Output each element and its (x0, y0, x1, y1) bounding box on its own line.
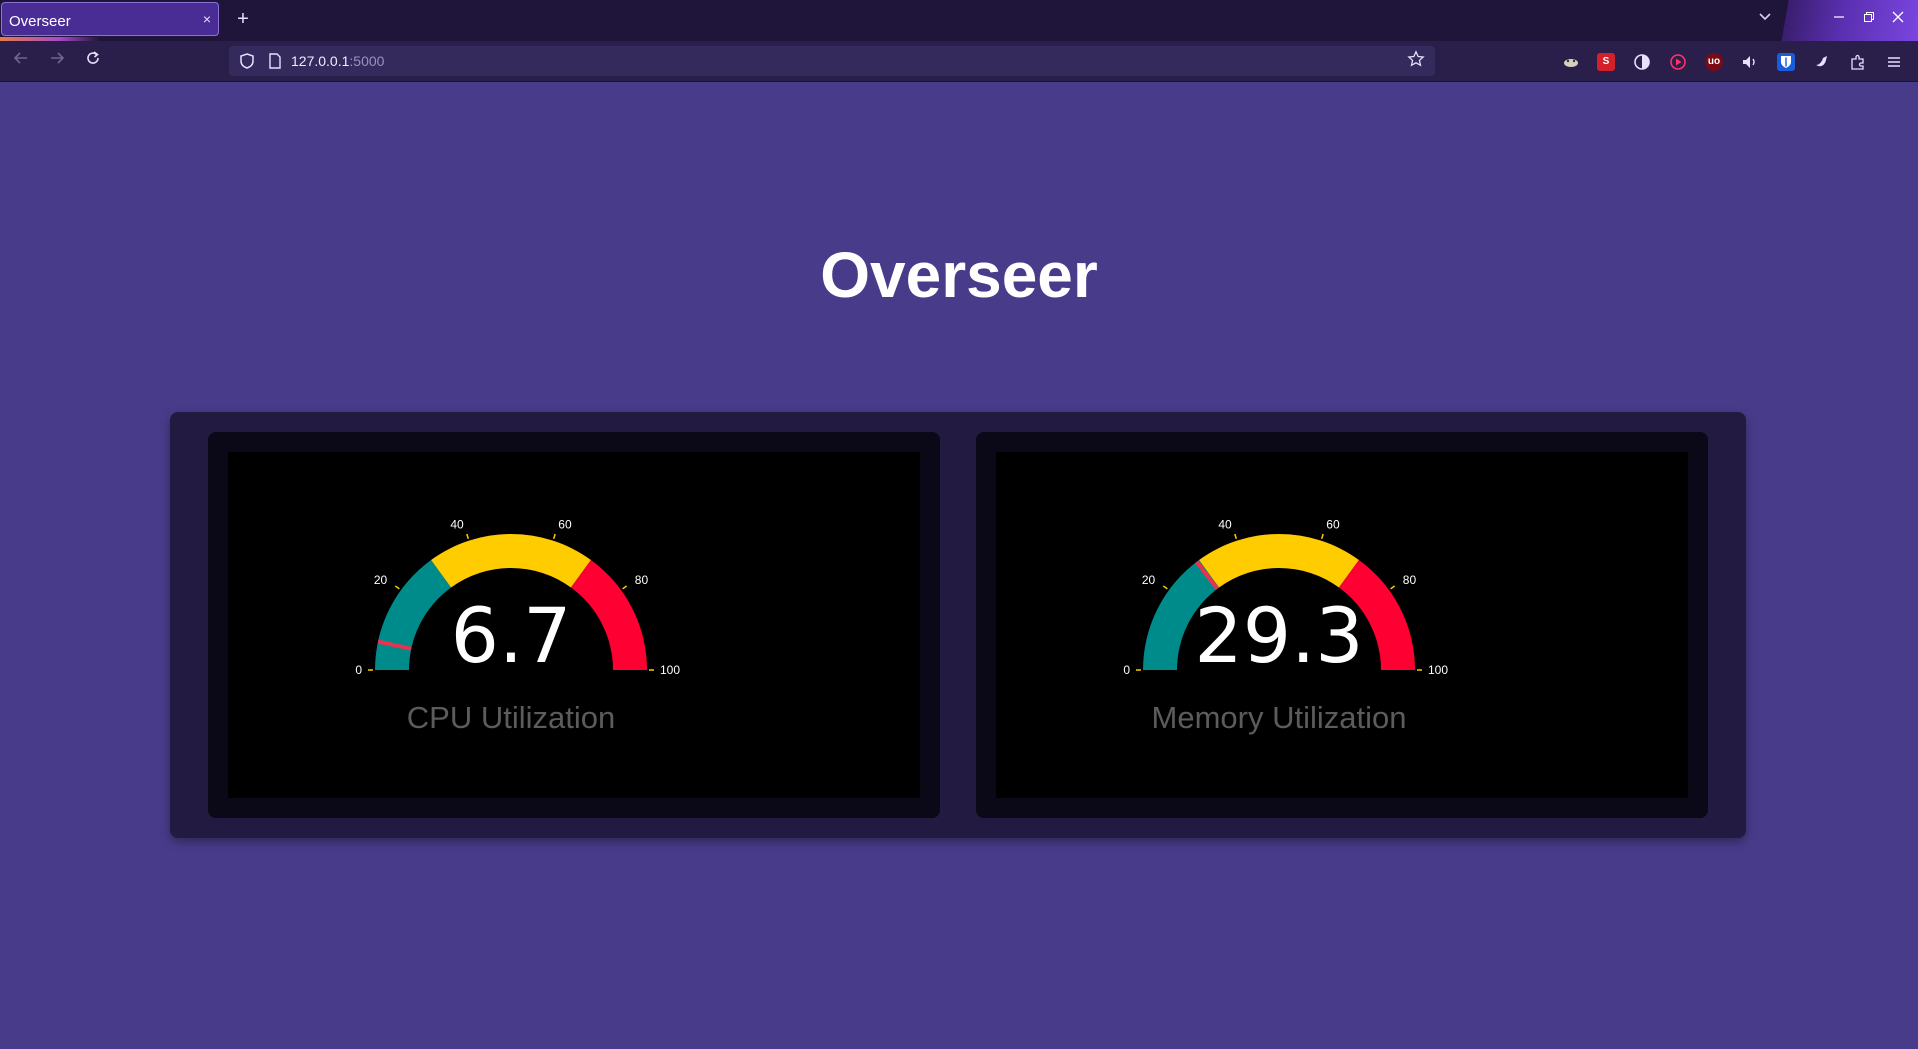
memory-gauge-card: 0 20 40 60 80 100 29.3 Memory Utilization (976, 432, 1708, 818)
minimize-icon (1834, 16, 1844, 18)
url-bar[interactable]: 127.0.0.1:5000 (229, 46, 1435, 76)
extension-ublock-icon[interactable]: uo (1705, 53, 1723, 71)
star-icon (1407, 50, 1425, 67)
tab-list-button[interactable] (1754, 8, 1776, 30)
cpu-gauge-tick-mark (466, 533, 470, 539)
restore-icon (1864, 12, 1874, 22)
tab-strip: Overseer × + (0, 0, 1918, 41)
shield-icon[interactable] (237, 51, 257, 71)
cpu-gauge-tick-label: 20 (374, 573, 388, 587)
memory-gauge-tick-label: 100 (1428, 663, 1448, 677)
menu-icon (1888, 57, 1900, 67)
cpu-gauge-tick-label: 40 (450, 517, 464, 531)
memory-gauge-tick-label: 40 (1218, 517, 1232, 531)
cpu-gauge-tick-label: 0 (355, 663, 362, 677)
memory-gauge-tick-mark (1162, 585, 1168, 590)
cpu-gauge-band-1 (431, 534, 591, 588)
memory-gauge-tick-mark (1390, 585, 1396, 590)
close-window-button[interactable] (1887, 8, 1909, 30)
extension-crab-icon[interactable] (1562, 53, 1580, 71)
memory-gauge-plot: 0 20 40 60 80 100 29.3 Memory Utilization (996, 452, 1688, 798)
back-button[interactable] (9, 49, 33, 73)
tab-title: Overseer (9, 13, 71, 30)
memory-gauge-label: Memory Utilization (1152, 700, 1407, 735)
memory-gauge-tick-label: 0 (1123, 663, 1130, 677)
url-port: :5000 (349, 53, 385, 69)
memory-gauge-value: 29.3 (1194, 591, 1363, 680)
tab-overseer[interactable]: Overseer × (1, 2, 219, 36)
extension-volume-icon[interactable] (1741, 53, 1759, 71)
back-icon (13, 52, 27, 64)
forward-icon (51, 52, 65, 64)
gauge-panel: 0 20 40 60 80 100 6.7 CPU Utilization 0 20 40 60 80… (170, 412, 1746, 838)
close-icon (1892, 11, 1904, 23)
forward-button[interactable] (45, 49, 69, 73)
cpu-gauge-tick-label: 60 (558, 517, 572, 531)
cpu-gauge-tick-mark (552, 533, 556, 539)
memory-gauge-tick-label: 60 (1326, 517, 1340, 531)
memory-gauge-tick-mark (1320, 533, 1324, 539)
cpu-gauge-plot: 0 20 40 60 80 100 6.7 CPU Utilization (228, 452, 920, 798)
extension-play-icon[interactable] (1669, 53, 1687, 71)
cpu-gauge-label: CPU Utilization (407, 700, 615, 735)
extension-contrast-icon[interactable] (1633, 53, 1651, 71)
reload-icon (87, 51, 99, 64)
url-text[interactable]: 127.0.0.1:5000 (291, 53, 384, 69)
cpu-gauge-tick-label: 100 (660, 663, 680, 677)
page-title: Overseer (820, 239, 1098, 311)
memory-gauge-chart: 0 20 40 60 80 100 29.3 Memory Utilization (1123, 517, 1448, 735)
page-icon[interactable] (265, 51, 285, 71)
extensions-icon (1851, 54, 1864, 70)
extension-bitwarden-icon[interactable] (1777, 53, 1795, 71)
cpu-gauge-card: 0 20 40 60 80 100 6.7 CPU Utilization (208, 432, 940, 818)
reload-button[interactable] (81, 49, 105, 73)
cpu-gauge-chart: 0 20 40 60 80 100 6.7 CPU Utilization (355, 517, 680, 735)
extensions-button[interactable] (1849, 53, 1867, 71)
restore-button[interactable] (1858, 8, 1880, 30)
url-host: 127.0.0.1 (291, 53, 350, 69)
cpu-gauge-value: 6.7 (451, 591, 572, 680)
memory-gauge-band-1 (1199, 534, 1359, 588)
memory-gauge-tick-label: 80 (1403, 573, 1417, 587)
cpu-gauge-tick-mark (394, 585, 400, 590)
minimize-button[interactable] (1828, 8, 1850, 30)
extension-s-icon[interactable]: S (1597, 53, 1615, 71)
bookmark-star-button[interactable] (1405, 50, 1427, 72)
memory-gauge-tick-label: 20 (1142, 573, 1156, 587)
chevron-down-icon (1759, 13, 1771, 21)
cpu-gauge-tick-label: 80 (635, 573, 649, 587)
cpu-gauge-tick-mark (622, 585, 628, 590)
new-tab-button[interactable]: + (232, 8, 254, 30)
navigation-bar: 127.0.0.1:5000 S uo (0, 41, 1918, 82)
extension-bird-icon[interactable] (1813, 53, 1831, 71)
browser-window: Overseer × + 127.0.0.1:5000 S uo Oversee… (0, 0, 1918, 1049)
memory-gauge-tick-mark (1234, 533, 1238, 539)
tab-close-button[interactable]: × (198, 10, 216, 28)
app-menu-button[interactable] (1885, 53, 1903, 71)
